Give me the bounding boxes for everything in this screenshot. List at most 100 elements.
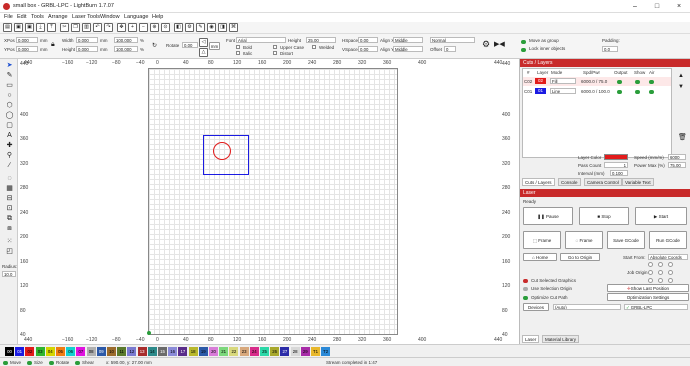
interval-field[interactable]: 0.100 bbox=[610, 170, 628, 176]
group-tool-icon[interactable]: ⧉ bbox=[5, 214, 14, 223]
row-air-toggle[interactable] bbox=[649, 89, 654, 95]
copy-icon[interactable]: ❐ bbox=[71, 23, 80, 32]
menu-arrange[interactable]: Arrange bbox=[48, 14, 68, 20]
ypos-field[interactable]: 0.000 bbox=[16, 46, 38, 52]
paste-icon[interactable]: ▥ bbox=[82, 23, 91, 32]
offset-tool-icon[interactable]: ◌ bbox=[5, 174, 14, 183]
port-select[interactable]: (Auto) bbox=[553, 304, 621, 310]
palette-swatch-20[interactable]: 20 bbox=[209, 347, 218, 356]
palette-swatch-28[interactable]: 28 bbox=[290, 347, 300, 356]
palette-swatch-18[interactable]: 18 bbox=[188, 347, 198, 356]
save-as-icon[interactable]: ▣ bbox=[25, 23, 34, 32]
ellipse-tool-icon[interactable]: ○ bbox=[5, 91, 14, 100]
menu-tools[interactable]: Tools bbox=[31, 14, 44, 20]
palette-swatch-09[interactable]: 09 bbox=[96, 347, 106, 356]
palette-swatch-24[interactable]: 24 bbox=[249, 347, 259, 356]
padding-field[interactable]: 0.0 bbox=[602, 46, 618, 52]
palette-swatch-27[interactable]: 27 bbox=[280, 347, 290, 356]
start-from-select[interactable]: Absolute Coords bbox=[648, 254, 688, 260]
work-area-grid[interactable] bbox=[147, 68, 398, 335]
distribute-tool-icon[interactable]: ⊡ bbox=[5, 204, 14, 213]
font-field[interactable]: Arial bbox=[236, 37, 286, 43]
menu-language[interactable]: Language bbox=[124, 14, 148, 20]
row-mode[interactable]: Fill bbox=[550, 78, 576, 84]
menu-help[interactable]: Help bbox=[152, 14, 163, 20]
circle-shape[interactable] bbox=[213, 142, 231, 160]
rounded-shape-icon[interactable]: ▢ bbox=[5, 121, 14, 130]
go-to-origin-button[interactable]: Go to Origin bbox=[560, 253, 600, 261]
palette-swatch-07[interactable]: 07 bbox=[76, 347, 86, 356]
undo-icon[interactable]: ↶ bbox=[93, 23, 102, 32]
palette-swatch-17[interactable]: 17 bbox=[178, 347, 188, 356]
text-mode-select[interactable]: Normal bbox=[430, 37, 475, 43]
radius-field[interactable]: 10.0 bbox=[2, 271, 16, 277]
frame-round-button[interactable]: ◌ Frame bbox=[565, 231, 603, 249]
layer-color-swatch[interactable] bbox=[604, 154, 628, 160]
origin-radio[interactable] bbox=[668, 262, 673, 267]
tab-console[interactable]: Console bbox=[558, 178, 581, 186]
size-toggle[interactable] bbox=[27, 360, 32, 365]
zoom-out-icon[interactable]: − bbox=[139, 23, 148, 32]
aligny-select[interactable]: Middle bbox=[393, 46, 423, 52]
flip-icon[interactable]: ▶◀ bbox=[494, 40, 505, 48]
palette-swatch-T1[interactable]: T1 bbox=[311, 347, 320, 356]
palette-swatch-19[interactable]: 19 bbox=[198, 347, 208, 356]
palette-swatch-04[interactable]: 04 bbox=[45, 347, 55, 356]
move-down-icon[interactable]: ▼ bbox=[678, 84, 684, 90]
grid-tool-icon[interactable]: ⁙ bbox=[5, 237, 14, 246]
tab-cuts-layers[interactable]: Cuts / Layers bbox=[522, 178, 555, 186]
redo-icon[interactable]: ↷ bbox=[104, 23, 113, 32]
menu-file[interactable]: File bbox=[4, 14, 13, 20]
shear-toggle[interactable] bbox=[75, 360, 80, 365]
row-output-toggle[interactable] bbox=[617, 89, 622, 95]
distort-check[interactable] bbox=[273, 51, 277, 55]
tab-variable-text[interactable]: Variable Text bbox=[622, 178, 654, 186]
row-output-toggle[interactable] bbox=[617, 79, 622, 85]
maximize-icon[interactable]: □ bbox=[646, 0, 668, 13]
palette-swatch-21[interactable]: 21 bbox=[219, 347, 229, 356]
palette-swatch-05[interactable]: 05 bbox=[56, 347, 65, 356]
origin-radio[interactable] bbox=[648, 278, 653, 283]
polygon-tool-icon[interactable]: ⬡ bbox=[5, 101, 14, 110]
row-show-toggle[interactable] bbox=[635, 89, 640, 95]
rectangle-tool-icon[interactable]: ▭ bbox=[5, 81, 14, 90]
frame-icon[interactable]: ◧ bbox=[174, 23, 183, 32]
height-field[interactable]: 0.000 bbox=[76, 46, 98, 52]
row-show-toggle[interactable] bbox=[635, 79, 640, 85]
palette-swatch-12[interactable]: 12 bbox=[127, 347, 137, 356]
origin-radio[interactable] bbox=[658, 270, 663, 275]
position-tool-icon[interactable]: ✚ bbox=[5, 141, 14, 150]
menu-laser-tools[interactable]: Laser Tools bbox=[72, 14, 100, 20]
home-button[interactable]: ⌂ Home bbox=[523, 253, 557, 261]
ruler-tool-icon[interactable]: ∕ bbox=[5, 161, 14, 170]
italic-check[interactable] bbox=[236, 51, 240, 55]
trace-icon[interactable]: ⌘ bbox=[229, 23, 238, 32]
palette-swatch-16[interactable]: 16 bbox=[168, 347, 178, 356]
job-origin-grid[interactable] bbox=[648, 262, 676, 284]
select-tool-icon[interactable]: ➤ bbox=[5, 61, 14, 70]
palette-swatch-13[interactable]: 13 bbox=[137, 347, 147, 356]
zoom-fit-icon[interactable]: ⊕ bbox=[150, 23, 159, 32]
alignx-select[interactable]: Middle bbox=[393, 37, 423, 43]
move-group-toggle[interactable] bbox=[521, 39, 526, 45]
upper-case-check[interactable] bbox=[273, 45, 277, 49]
lock-icon[interactable]: 🔒︎ bbox=[51, 41, 55, 49]
palette-swatch-00[interactable]: 00 bbox=[5, 347, 14, 356]
save-gcode-button[interactable]: Save GCode bbox=[607, 231, 645, 249]
speed-field[interactable]: 6000 bbox=[668, 154, 686, 160]
notes-icon[interactable]: ✎ bbox=[196, 23, 205, 32]
move-up-icon[interactable]: ▲ bbox=[678, 73, 684, 79]
text-tool-icon[interactable]: A bbox=[5, 131, 14, 140]
corner-tool-icon[interactable]: ◰ bbox=[5, 247, 14, 256]
width-pct-field[interactable]: 100.000 bbox=[114, 37, 138, 43]
font-height-field[interactable]: 25.00 bbox=[306, 37, 336, 43]
row-air-toggle[interactable] bbox=[649, 79, 654, 85]
origin-radio[interactable] bbox=[658, 278, 663, 283]
show-last-position-button[interactable]: ✛Show Last Position bbox=[607, 284, 689, 292]
palette-swatch-15[interactable]: 15 bbox=[158, 347, 167, 356]
use-sel-origin-toggle[interactable] bbox=[523, 286, 528, 292]
mirror-h-icon[interactable]: ◁ bbox=[199, 38, 208, 47]
move-toggle[interactable] bbox=[3, 360, 8, 365]
offset-field[interactable]: 0 bbox=[444, 46, 456, 52]
devices-button[interactable]: Devices bbox=[523, 303, 549, 311]
